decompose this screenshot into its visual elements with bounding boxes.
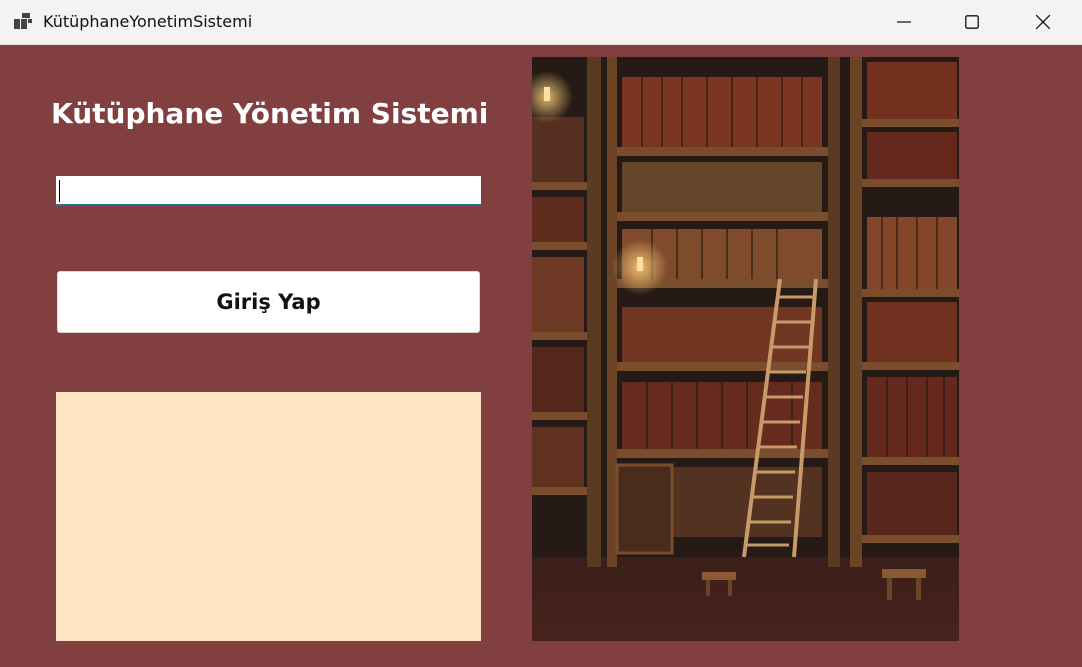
maximize-icon [965, 15, 979, 29]
window-title: KütüphaneYonetimSistemi [43, 12, 253, 31]
maximize-button[interactable] [937, 0, 1007, 44]
close-button[interactable] [1008, 0, 1078, 44]
title-bar[interactable]: KütüphaneYonetimSistemi [0, 0, 1082, 45]
page-title: Kütüphane Yönetim Sistemi [51, 97, 489, 130]
text-caret [59, 180, 60, 202]
app-icon [14, 13, 32, 29]
app-window: KütüphaneYonetimSistemi Kütüphane Yöneti… [0, 0, 1082, 667]
library-bookshelf-image [532, 57, 959, 641]
close-icon [1036, 15, 1050, 29]
info-panel [56, 392, 481, 641]
user-input[interactable] [56, 176, 481, 206]
login-button[interactable]: Giriş Yap [57, 271, 480, 333]
minimize-button[interactable] [869, 0, 939, 44]
minimize-icon [897, 21, 911, 23]
